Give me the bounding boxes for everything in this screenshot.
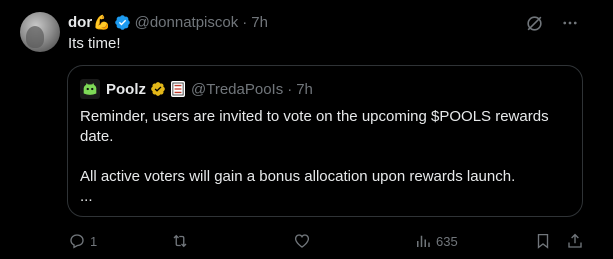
tweet-header: dor 💪 @donnatpiscok · 7h (68, 12, 268, 32)
quoted-avatar[interactable] (80, 79, 100, 99)
like-button[interactable] (293, 232, 414, 250)
more-icon[interactable] (559, 12, 581, 34)
quoted-body: Reminder, users are invited to vote on t… (80, 107, 570, 207)
quoted-time[interactable]: 7h (296, 81, 313, 98)
views-icon (417, 235, 430, 247)
tweet-text: Its time! (68, 35, 121, 52)
bookmark-icon (537, 233, 549, 249)
top-actions (523, 12, 581, 34)
affiliate-badge-icon[interactable] (171, 81, 185, 97)
author-handle[interactable]: @donnatpiscok (135, 14, 239, 31)
gold-verified-icon[interactable] (150, 81, 166, 97)
repost-icon (173, 234, 187, 248)
reply-button[interactable]: 1 (68, 232, 171, 250)
quoted-paragraph: Reminder, users are invited to vote on t… (80, 108, 549, 145)
repost-button[interactable] (171, 232, 293, 250)
action-bar: 1 635 (68, 230, 589, 252)
like-icon (294, 234, 310, 248)
share-button[interactable] (566, 232, 584, 250)
verified-icon[interactable] (114, 14, 131, 31)
quoted-author-name[interactable]: Poolz (106, 81, 146, 98)
separator-dot: · (242, 13, 248, 31)
reply-icon (70, 234, 84, 249)
bookmark-button[interactable] (534, 232, 566, 250)
views-count: 635 (436, 233, 458, 249)
reply-count: 1 (90, 233, 98, 249)
quoted-tweet[interactable]: Poolz @TredaPooIs · 7h Reminder, users a… (67, 65, 583, 217)
quoted-header: Poolz @TredaPooIs · 7h (80, 79, 313, 99)
avatar[interactable] (20, 12, 60, 52)
author-emoji: 💪 (93, 13, 111, 30)
post-time[interactable]: 7h (251, 14, 268, 31)
quoted-author-handle[interactable]: @TredaPooIs (191, 81, 283, 98)
author-name[interactable]: dor (68, 14, 92, 31)
quoted-separator-dot: · (287, 80, 293, 98)
grok-icon[interactable] (523, 12, 545, 34)
quoted-paragraph: All active voters will gain a bonus allo… (80, 168, 516, 205)
share-icon (568, 233, 582, 248)
views-button[interactable]: 635 (414, 232, 534, 250)
